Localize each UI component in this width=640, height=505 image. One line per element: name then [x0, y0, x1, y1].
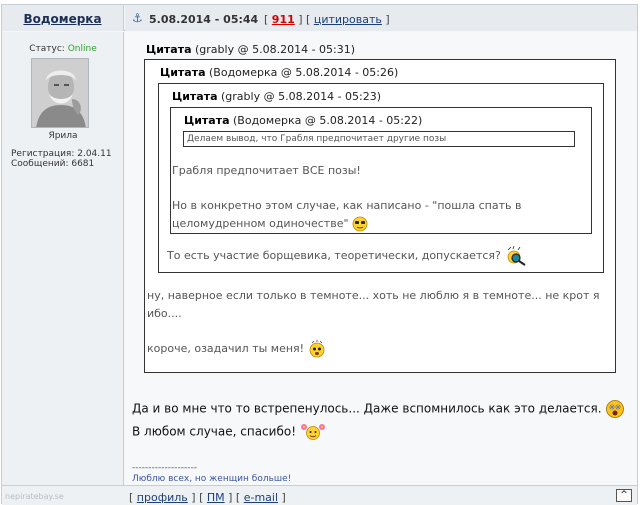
- footer-links: [ профиль ] [ ПМ ] [ e-mail ]: [129, 491, 286, 504]
- quote1-box: Цитата (Водомерка @ 5.08.2014 - 05:26) Ц…: [144, 59, 616, 373]
- quote1-line2: ибо....: [147, 307, 182, 320]
- email-link[interactable]: e-mail: [244, 491, 278, 504]
- quote3-line3-wrap: целомудренном одиночестве": [172, 215, 368, 233]
- quote2-line-wrap: То есть участие борщевика, теоретически,…: [167, 246, 528, 266]
- signature-text: Люблю всех, но женщин больше!: [132, 474, 292, 484]
- quote3-header: Цитата (grably @ 5.08.2014 - 05:23): [172, 90, 382, 103]
- anchor-icon[interactable]: ⚓: [132, 11, 143, 25]
- status-online: Online: [67, 44, 97, 54]
- message-line1-wrap: Да и во мне что то встрепенулось... Даже…: [132, 399, 625, 419]
- pm-link[interactable]: ПМ: [207, 491, 225, 504]
- scroll-top-button[interactable]: ^: [616, 489, 632, 502]
- registration-date: Регистрация: 2.04.11: [11, 149, 112, 159]
- quote3-line3: целомудренном одиночестве": [172, 217, 349, 230]
- avatar: [31, 58, 89, 128]
- post-date: 5.08.2014 - 05:44: [149, 13, 259, 26]
- watermark: nepiratebay.se: [5, 492, 64, 501]
- profile-link[interactable]: профиль: [137, 491, 188, 504]
- message-line1: Да и во мне что то встрепенулось... Даже…: [132, 401, 602, 416]
- author-cell: Водомерка: [2, 5, 124, 31]
- post-number-link[interactable]: 911: [272, 13, 295, 26]
- forum-post: Водомерка ⚓ 5.08.2014 - 05:44 [ 911 ] [ …: [1, 4, 638, 505]
- status-label: Статус:: [29, 44, 65, 54]
- sunglasses-smiley-icon: [352, 216, 368, 232]
- author-link[interactable]: Водомерка: [23, 12, 101, 26]
- dizzy-smiley-icon: [309, 340, 324, 358]
- quote4-text: Делаем вывод, что Грабля предпочитает др…: [183, 131, 575, 147]
- post-count: Сообщений: 6681: [11, 159, 95, 169]
- flower-smiley-icon: [300, 424, 325, 440]
- quote2-header: Цитата (Водомерка @ 5.08.2014 - 05:26): [160, 66, 399, 79]
- quote3-box: Цитата (Водомерка @ 5.08.2014 - 05:22) Д…: [170, 107, 592, 234]
- status-line: Статус: Online: [2, 44, 124, 54]
- quote3-line1: Грабля предпочитает ВСЕ позы!: [172, 164, 361, 177]
- quote1-line1: ну, наверное если только в темноте... хо…: [147, 289, 600, 302]
- quote-link[interactable]: цитировать: [314, 13, 382, 26]
- quote1-line3-wrap: короче, озадачил ты меня!: [147, 340, 326, 358]
- quote1-line3: короче, озадачил ты меня!: [147, 342, 305, 355]
- quote2-box: Цитата (grably @ 5.08.2014 - 05:23) Цита…: [158, 83, 604, 273]
- avatar-portrait: [32, 59, 88, 127]
- message-line2-wrap: В любом случае, спасибо!: [132, 422, 326, 442]
- quote1-header: Цитата (grably @ 5.08.2014 - 05:31): [146, 43, 356, 56]
- post-meta: ⚓ 5.08.2014 - 05:44 [ 911 ] [ цитировать…: [125, 5, 637, 31]
- user-stats: Регистрация: 2.04.11 Сообщений: 6681: [11, 149, 112, 169]
- post-actions: [ 911 ] [ цитировать ]: [264, 13, 390, 26]
- shocked-smiley-icon: [606, 400, 625, 418]
- author-sidebar: Статус: Online Ярила Регистрация: 2.04.1…: [2, 32, 124, 485]
- post-header: Водомерка ⚓ 5.08.2014 - 05:44 [ 911 ] [ …: [2, 5, 637, 31]
- quote4-header: Цитата (Водомерка @ 5.08.2014 - 05:22): [184, 114, 423, 127]
- magnifier-smiley-icon: [507, 246, 526, 266]
- quote2-text: То есть участие борщевика, теоретически,…: [167, 249, 501, 262]
- post-footer: nepiratebay.se [ профиль ] [ ПМ ] [ e-ma…: [2, 485, 637, 505]
- signature-divider: --------------------: [132, 463, 197, 473]
- message-line2: В любом случае, спасибо!: [132, 424, 296, 439]
- post-body: Цитата (grably @ 5.08.2014 - 05:31) Цита…: [125, 32, 637, 485]
- avatar-caption: Ярила: [48, 131, 78, 141]
- quote3-line2: Но в конкретно этом случае, как написано…: [172, 199, 522, 212]
